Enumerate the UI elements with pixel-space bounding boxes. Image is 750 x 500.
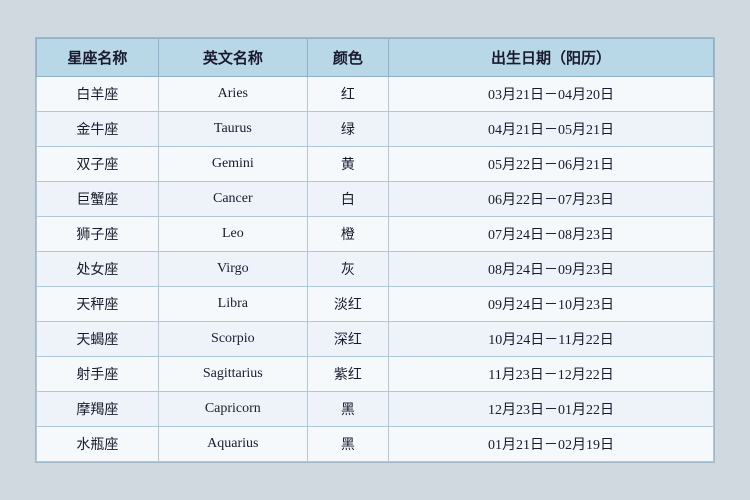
cell-english: Taurus — [158, 112, 307, 147]
table-row: 水瓶座Aquarius黑01月21日－02月19日 — [37, 427, 714, 462]
cell-color: 黑 — [307, 427, 388, 462]
cell-chinese: 双子座 — [37, 147, 159, 182]
cell-date: 10月24日－11月22日 — [389, 322, 714, 357]
cell-date: 03月21日－04月20日 — [389, 77, 714, 112]
table-row: 天秤座Libra淡红09月24日－10月23日 — [37, 287, 714, 322]
cell-english: Leo — [158, 217, 307, 252]
cell-english: Virgo — [158, 252, 307, 287]
header-color: 颜色 — [307, 39, 388, 77]
cell-date: 09月24日－10月23日 — [389, 287, 714, 322]
cell-chinese: 水瓶座 — [37, 427, 159, 462]
cell-date: 11月23日－12月22日 — [389, 357, 714, 392]
cell-color: 红 — [307, 77, 388, 112]
cell-chinese: 天蝎座 — [37, 322, 159, 357]
cell-date: 01月21日－02月19日 — [389, 427, 714, 462]
cell-english: Gemini — [158, 147, 307, 182]
cell-color: 淡红 — [307, 287, 388, 322]
cell-english: Capricorn — [158, 392, 307, 427]
table-row: 处女座Virgo灰08月24日－09月23日 — [37, 252, 714, 287]
zodiac-table-container: 星座名称 英文名称 颜色 出生日期（阳历） 白羊座Aries红03月21日－04… — [35, 37, 715, 463]
table-row: 狮子座Leo橙07月24日－08月23日 — [37, 217, 714, 252]
cell-color: 黄 — [307, 147, 388, 182]
cell-color: 紫红 — [307, 357, 388, 392]
cell-chinese: 白羊座 — [37, 77, 159, 112]
cell-chinese: 狮子座 — [37, 217, 159, 252]
cell-chinese: 巨蟹座 — [37, 182, 159, 217]
header-date: 出生日期（阳历） — [389, 39, 714, 77]
cell-chinese: 金牛座 — [37, 112, 159, 147]
cell-color: 黑 — [307, 392, 388, 427]
cell-date: 05月22日－06月21日 — [389, 147, 714, 182]
table-row: 白羊座Aries红03月21日－04月20日 — [37, 77, 714, 112]
cell-english: Cancer — [158, 182, 307, 217]
cell-color: 白 — [307, 182, 388, 217]
cell-color: 橙 — [307, 217, 388, 252]
table-row: 射手座Sagittarius紫红11月23日－12月22日 — [37, 357, 714, 392]
cell-english: Aries — [158, 77, 307, 112]
cell-chinese: 射手座 — [37, 357, 159, 392]
cell-english: Aquarius — [158, 427, 307, 462]
cell-date: 08月24日－09月23日 — [389, 252, 714, 287]
table-row: 双子座Gemini黄05月22日－06月21日 — [37, 147, 714, 182]
cell-color: 绿 — [307, 112, 388, 147]
zodiac-table: 星座名称 英文名称 颜色 出生日期（阳历） 白羊座Aries红03月21日－04… — [36, 38, 714, 462]
table-header-row: 星座名称 英文名称 颜色 出生日期（阳历） — [37, 39, 714, 77]
cell-date: 04月21日－05月21日 — [389, 112, 714, 147]
cell-english: Libra — [158, 287, 307, 322]
cell-english: Sagittarius — [158, 357, 307, 392]
table-row: 摩羯座Capricorn黑12月23日－01月22日 — [37, 392, 714, 427]
cell-chinese: 摩羯座 — [37, 392, 159, 427]
table-row: 巨蟹座Cancer白06月22日－07月23日 — [37, 182, 714, 217]
cell-chinese: 天秤座 — [37, 287, 159, 322]
header-english: 英文名称 — [158, 39, 307, 77]
cell-date: 07月24日－08月23日 — [389, 217, 714, 252]
cell-color: 深红 — [307, 322, 388, 357]
cell-date: 06月22日－07月23日 — [389, 182, 714, 217]
table-row: 金牛座Taurus绿04月21日－05月21日 — [37, 112, 714, 147]
table-row: 天蝎座Scorpio深红10月24日－11月22日 — [37, 322, 714, 357]
header-chinese: 星座名称 — [37, 39, 159, 77]
cell-color: 灰 — [307, 252, 388, 287]
cell-date: 12月23日－01月22日 — [389, 392, 714, 427]
cell-english: Scorpio — [158, 322, 307, 357]
cell-chinese: 处女座 — [37, 252, 159, 287]
